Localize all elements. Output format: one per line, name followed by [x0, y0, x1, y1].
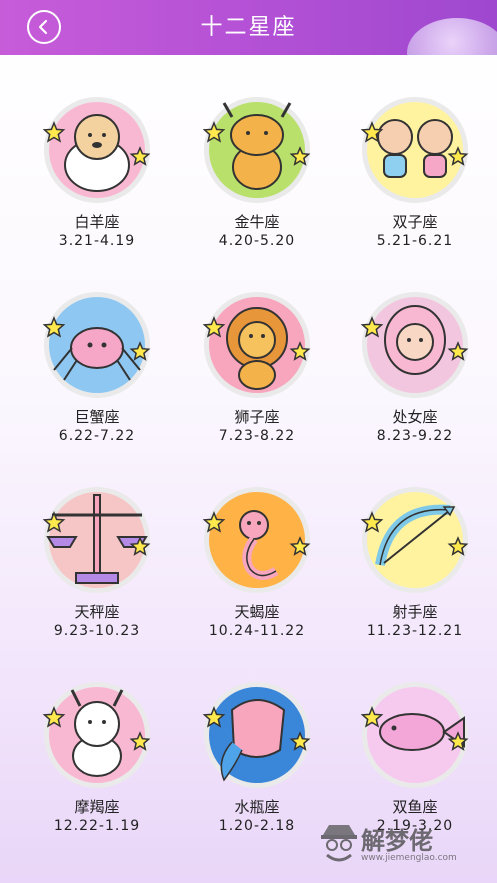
zodiac-icon-wrap	[202, 680, 312, 790]
watermark-url: www.jiemenglao.com	[361, 853, 457, 863]
zodiac-icon-wrap	[202, 95, 312, 205]
zodiac-icon-wrap	[360, 485, 470, 595]
twins-icon	[360, 97, 469, 203]
fish-icon	[360, 682, 469, 788]
bull-icon	[202, 97, 311, 203]
zodiac-name: 双鱼座	[392, 798, 438, 816]
zodiac-dates: 11.23-12.21	[366, 623, 464, 639]
zodiac-dates: 12.22-1.19	[53, 818, 141, 834]
zodiac-item[interactable]: 天蝎座 10.24-11.22	[182, 445, 332, 639]
zodiac-dates: 4.20-5.20	[218, 233, 296, 249]
maiden-icon	[360, 292, 469, 398]
zodiac-item[interactable]: 白羊座 3.21-4.19	[22, 55, 172, 249]
zodiac-icon-wrap	[202, 485, 312, 595]
page-title: 十二星座	[200, 15, 297, 40]
zodiac-name: 射手座	[392, 603, 438, 621]
zodiac-item[interactable]: 天秤座 9.23-10.23	[22, 445, 172, 639]
watermark-text: 解梦佬	[361, 827, 433, 855]
zodiac-dates: 8.23-9.22	[376, 428, 454, 444]
zodiac-dates: 3.21-4.19	[58, 233, 136, 249]
zodiac-icon-wrap	[42, 95, 152, 205]
zodiac-dates: 10.24-11.22	[208, 623, 306, 639]
zodiac-icon-wrap	[42, 485, 152, 595]
zodiac-name: 摩羯座	[74, 798, 120, 816]
zodiac-icon-wrap	[360, 95, 470, 205]
zodiac-icon-wrap	[360, 290, 470, 400]
zodiac-dates: 5.21-6.21	[376, 233, 454, 249]
zodiac-name: 天蝎座	[234, 603, 280, 621]
zodiac-item[interactable]: 射手座 11.23-12.21	[340, 445, 490, 639]
zodiac-item[interactable]: 水瓶座 1.20-2.18	[182, 640, 332, 834]
zodiac-item[interactable]: 金牛座 4.20-5.20	[182, 55, 332, 249]
zodiac-name: 狮子座	[234, 408, 280, 426]
zodiac-name: 处女座	[392, 408, 438, 426]
zodiac-icon-wrap	[42, 290, 152, 400]
zodiac-item[interactable]: 处女座 8.23-9.22	[340, 250, 490, 444]
zodiac-item[interactable]: 狮子座 7.23-8.22	[182, 250, 332, 444]
zodiac-name: 天秤座	[74, 603, 120, 621]
ram-icon	[42, 97, 151, 203]
detective-logo-icon	[321, 825, 357, 862]
zodiac-item[interactable]: 巨蟹座 6.22-7.22	[22, 250, 172, 444]
zodiac-icon-wrap	[360, 680, 470, 790]
zodiac-item[interactable]: 摩羯座 12.22-1.19	[22, 640, 172, 834]
scorpion-icon	[202, 487, 311, 593]
zodiac-dates: 1.20-2.18	[218, 818, 296, 834]
scales-icon	[42, 487, 151, 593]
water-bearer-icon	[202, 682, 311, 788]
zodiac-dates: 7.23-8.22	[218, 428, 296, 444]
lion-icon	[202, 292, 311, 398]
zodiac-dates: 9.23-10.23	[53, 623, 141, 639]
zodiac-item[interactable]: 双子座 5.21-6.21	[340, 55, 490, 249]
crab-icon	[42, 292, 151, 398]
zodiac-name: 巨蟹座	[74, 408, 120, 426]
zodiac-name: 双子座	[392, 213, 438, 231]
goat-icon	[42, 682, 151, 788]
top-bar: 十二星座	[0, 0, 497, 55]
zodiac-name: 白羊座	[74, 213, 120, 231]
zodiac-name: 水瓶座	[234, 798, 280, 816]
archer-icon	[360, 487, 469, 593]
zodiac-name: 金牛座	[234, 213, 280, 231]
watermark: 解梦佬 www.jiemenglao.com	[319, 815, 479, 875]
zodiac-item[interactable]: 双鱼座 2.19-3.20	[340, 640, 490, 834]
zodiac-icon-wrap	[202, 290, 312, 400]
zodiac-dates: 6.22-7.22	[58, 428, 136, 444]
zodiac-icon-wrap	[42, 680, 152, 790]
